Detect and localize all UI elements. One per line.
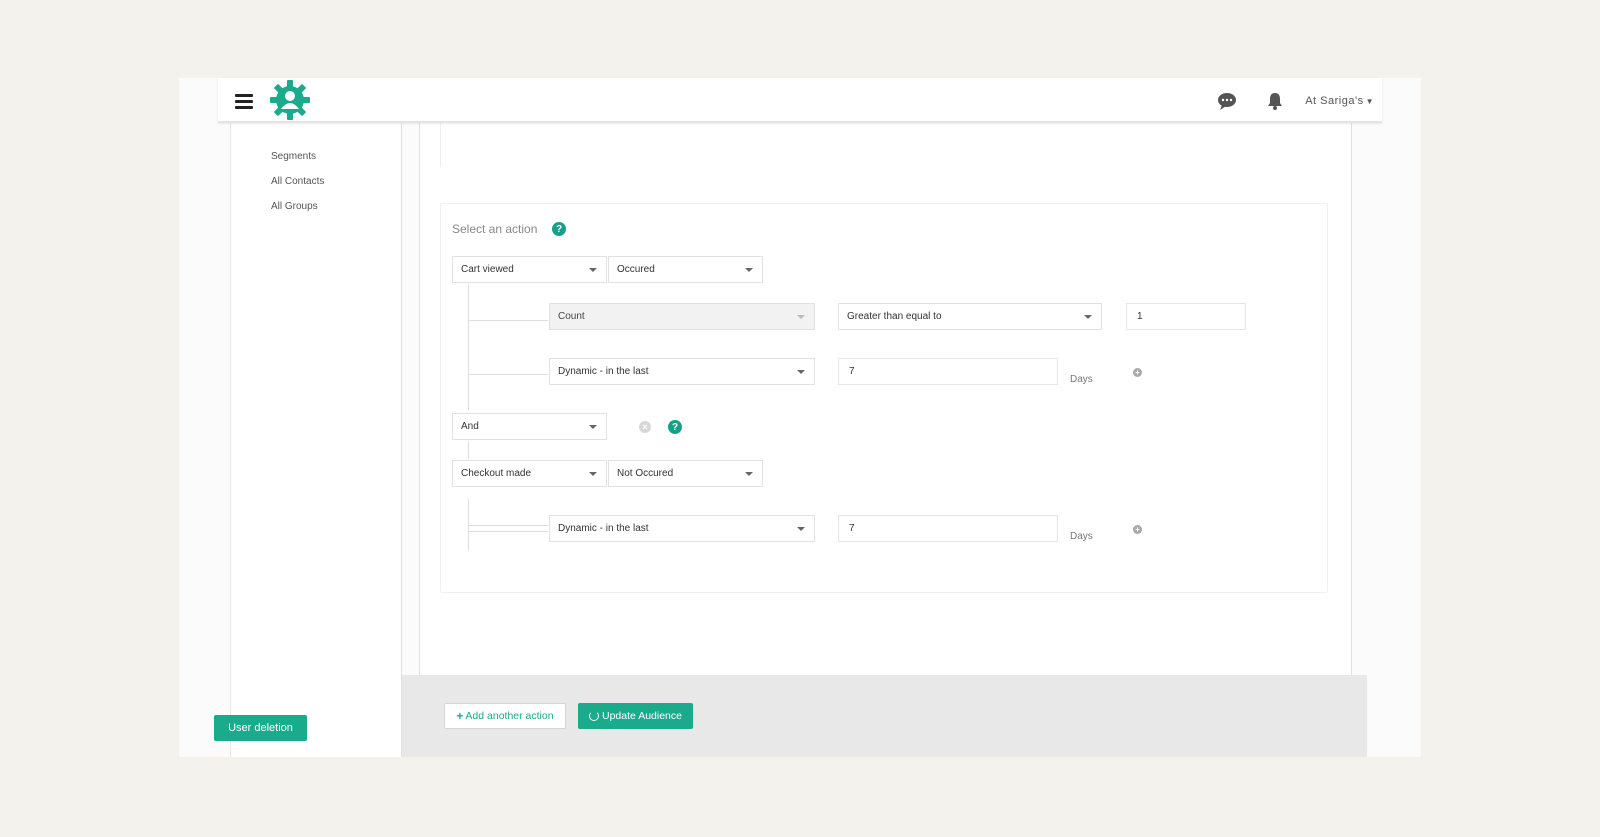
action2-event-select[interactable]: Checkout made — [452, 460, 607, 487]
help-icon[interactable]: ? — [552, 222, 566, 236]
tree-connector-line — [468, 284, 469, 410]
add-another-action-button[interactable]: + Add another action — [444, 703, 566, 729]
select-action-title: Select an action — [452, 222, 538, 236]
chevron-down-icon — [589, 425, 597, 429]
action2-event-value: Checkout made — [461, 468, 532, 479]
action2-filter1-field-select[interactable]: Dynamic - in the last — [549, 515, 815, 542]
tree-connector-line — [468, 374, 548, 375]
connector-value: And — [461, 421, 479, 432]
chevron-down-icon — [745, 268, 753, 272]
previous-section-border — [440, 123, 444, 167]
action2-occurrence-value: Not Occured — [617, 468, 674, 479]
plus-icon: + — [456, 709, 464, 723]
action1-occurrence-value: Occured — [617, 264, 655, 275]
action1-event-value: Cart viewed — [461, 264, 514, 275]
chevron-down-icon — [589, 472, 597, 476]
bell-icon[interactable] — [1265, 91, 1285, 111]
add-filter-icon[interactable]: + — [1133, 368, 1142, 377]
gear-logo[interactable] — [269, 79, 311, 121]
help-icon[interactable]: ? — [668, 420, 682, 434]
update-audience-label: Update Audience — [602, 710, 682, 722]
chevron-down-icon — [745, 472, 753, 476]
chevron-down-icon — [1084, 315, 1092, 319]
chevron-down-icon — [589, 268, 597, 272]
sidebar-item-segments[interactable]: Segments — [271, 151, 316, 162]
action1-occurrence-select[interactable]: Occured — [608, 256, 763, 283]
connector-select[interactable]: And — [452, 413, 607, 440]
update-audience-button[interactable]: Update Audience — [578, 703, 693, 729]
chevron-down-icon — [797, 315, 805, 319]
add-filter-icon[interactable]: + — [1133, 525, 1142, 534]
tree-connector-line — [468, 320, 548, 321]
chat-icon[interactable] — [1217, 91, 1237, 111]
add-another-action-label: Add another action — [465, 710, 554, 722]
action1-filter1-operator-value: Greater than equal to — [847, 311, 942, 322]
action1-filter1-operator-select[interactable]: Greater than equal to — [838, 303, 1102, 330]
action1-filter1-field-value: Count — [558, 311, 585, 322]
remove-action-icon[interactable]: × — [639, 421, 651, 433]
hamburger-menu-icon[interactable] — [235, 94, 253, 109]
action1-filter2-value-input[interactable]: 7 — [838, 358, 1058, 385]
action1-filter2-field-select[interactable]: Dynamic - in the last — [549, 358, 815, 385]
tree-connector-line — [468, 441, 469, 459]
sidebar-item-all-contacts[interactable]: All Contacts — [271, 176, 324, 187]
user-menu[interactable]: At Sariga's ▼ — [1305, 95, 1374, 107]
user-menu-label: At Sariga's — [1305, 94, 1364, 107]
action1-filter1-field-select[interactable]: Count — [549, 303, 815, 330]
action1-event-select[interactable]: Cart viewed — [452, 256, 607, 283]
user-deletion-button[interactable]: User deletion — [214, 715, 307, 741]
top-navbar: At Sariga's ▼ — [218, 78, 1382, 123]
tree-connector-line — [468, 531, 548, 532]
sidebar-item-all-groups[interactable]: All Groups — [271, 201, 318, 212]
refresh-icon — [589, 711, 599, 721]
action1-filter1-value-input[interactable]: 1 — [1126, 303, 1246, 330]
chevron-down-icon — [797, 527, 805, 531]
action2-filter1-unit: Days — [1070, 531, 1093, 542]
action2-filter1-value-input[interactable]: 7 — [838, 515, 1058, 542]
chevron-down-icon: ▼ — [1365, 96, 1374, 106]
action2-filter1-field-value: Dynamic - in the last — [558, 523, 649, 534]
tree-connector-line — [468, 525, 548, 526]
sidebar: Segments All Contacts All Groups — [230, 123, 402, 757]
action1-filter2-unit: Days — [1070, 374, 1093, 385]
chevron-down-icon — [797, 370, 805, 374]
action1-filter2-field-value: Dynamic - in the last — [558, 366, 649, 377]
action2-occurrence-select[interactable]: Not Occured — [608, 460, 763, 487]
